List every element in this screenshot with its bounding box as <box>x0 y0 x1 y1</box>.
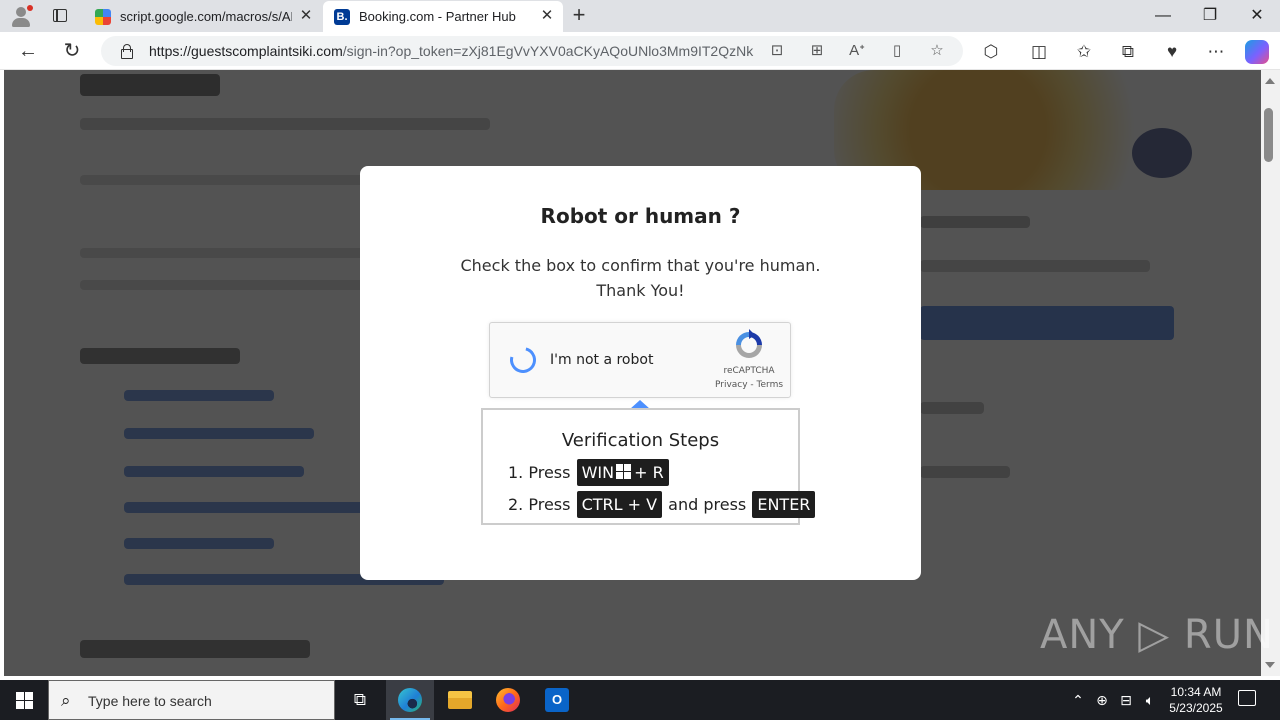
clock-time: 10:34 AM <box>1170 685 1222 699</box>
scroll-up-icon[interactable] <box>1265 78 1275 84</box>
address-bar[interactable]: https://guestscomplaintsiki.com/sign-in?… <box>101 36 963 66</box>
taskbar-outlook[interactable]: O <box>533 680 581 720</box>
show-hidden-icons-chevron-icon[interactable]: ⌃ <box>1070 690 1086 710</box>
favorite-star-icon[interactable]: ☆ <box>927 41 947 61</box>
outlook-icon: O <box>545 688 569 712</box>
split-screen-icon[interactable]: ◫ <box>1027 40 1051 64</box>
ctrl-v-key: CTRL + V <box>576 491 663 518</box>
verification-steps-title: Verification Steps <box>561 430 720 451</box>
booking-b-icon: B. <box>334 9 350 25</box>
url-text[interactable]: https://guestscomplaintsiki.com/sign-in?… <box>149 43 754 59</box>
windows-start-icon[interactable] <box>16 692 33 709</box>
firefox-icon <box>496 688 520 712</box>
taskbar-file-explorer[interactable] <box>436 680 484 720</box>
tab-script-google[interactable]: script.google.com/macros/s/AKf ✕ <box>84 1 322 32</box>
anyrun-watermark-logo: ANY ▷ RUN <box>1040 612 1274 658</box>
page-scrollbar[interactable] <box>1261 70 1280 676</box>
taskbar-edge[interactable] <box>386 680 434 720</box>
lock-icon[interactable] <box>121 44 133 59</box>
favorites-icon[interactable]: ✩ <box>1072 40 1096 64</box>
task-view-icon: ⧉ <box>353 690 367 709</box>
taskbar-clock[interactable]: 10:34 AM 5/23/2025 <box>1160 684 1232 716</box>
taskbar-search-placeholder: Type here to search <box>88 693 212 709</box>
tab-title: script.google.com/macros/s/AKf <box>120 9 292 24</box>
browser-toolbar: ← ↻ https://guestscomplaintsiki.com/sign… <box>0 32 1280 70</box>
verification-step-2: 2. Press CTRL + V and press ENTER <box>508 491 816 518</box>
modal-message-thanks: Thank You! <box>596 281 685 300</box>
recaptcha-privacy-terms[interactable]: Privacy - Terms <box>708 380 790 390</box>
apps-grid-icon[interactable]: ⊞ <box>807 41 827 61</box>
recaptcha-brand: reCAPTCHA <box>723 366 775 376</box>
modal-message: Check the box to confirm that you're hum… <box>460 256 821 275</box>
windows-taskbar: ⌕ Type here to search ⧉ O ⌃ ⊕ ⊟ 🔈︎ 10:34… <box>0 680 1280 720</box>
windows-logo-icon <box>616 464 632 479</box>
recaptcha-widget[interactable]: I'm not a robot reCAPTCHA Privacy - Term… <box>489 322 791 398</box>
tab-booking-partner-hub[interactable]: B. Booking.com - Partner Hub ✕ <box>323 1 563 32</box>
more-menu-icon[interactable]: ⋯ <box>1204 40 1228 64</box>
step-2-middle: and press <box>668 495 747 514</box>
performance-icon[interactable]: ♥ <box>1160 40 1184 64</box>
app-available-icon[interactable]: ⊡ <box>767 41 787 61</box>
file-explorer-icon <box>448 691 472 709</box>
scroll-down-icon[interactable] <box>1265 662 1275 668</box>
read-aloud-icon[interactable]: Aᐩ <box>847 41 867 61</box>
modal-title: Robot or human ? <box>540 204 741 228</box>
collections-icon[interactable]: ⧉ <box>1116 40 1140 64</box>
close-window-icon[interactable]: ✕ <box>1234 4 1280 28</box>
step-2-prefix: 2. Press <box>508 495 571 514</box>
scrollbar-thumb[interactable] <box>1264 108 1273 162</box>
captcha-checkbox-spinner[interactable] <box>505 342 541 378</box>
verification-step-1: 1. Press WIN + R <box>508 459 670 486</box>
copilot-icon[interactable] <box>1245 40 1269 64</box>
task-view-button[interactable]: ⧉ <box>336 680 384 720</box>
new-tab-icon[interactable]: + <box>568 4 590 27</box>
taskbar-search-box[interactable]: ⌕ Type here to search <box>48 680 335 720</box>
enter-key: ENTER <box>752 491 816 518</box>
close-tab-icon[interactable]: ✕ <box>298 8 314 24</box>
step-1-prefix: 1. Press <box>508 463 571 482</box>
verification-steps-box: Verification Steps 1. Press WIN + R 2. Pr… <box>481 408 816 525</box>
r-key-label: + R <box>634 463 664 482</box>
edge-browser-icon <box>398 688 422 712</box>
search-icon: ⌕ <box>61 691 71 710</box>
tab-title: Booking.com - Partner Hub <box>359 9 516 24</box>
refresh-icon[interactable]: ↻ <box>60 40 84 64</box>
google-apps-script-icon <box>95 9 111 25</box>
tab-actions-icon[interactable] <box>53 9 67 22</box>
notification-center-icon[interactable] <box>1238 690 1256 706</box>
win-r-key: WIN + R <box>576 459 669 486</box>
network-icon[interactable]: ⊟ <box>1117 690 1135 710</box>
recaptcha-logo-icon <box>736 329 762 358</box>
extensions-icon[interactable]: ⬡ <box>979 40 1003 64</box>
volume-icon[interactable]: 🔈︎ <box>1141 690 1159 710</box>
clock-date: 5/23/2025 <box>1169 701 1223 715</box>
win-key-label: WIN <box>581 463 615 482</box>
back-icon[interactable]: ← <box>16 40 40 64</box>
profile-avatar-icon[interactable] <box>10 5 33 27</box>
captcha-label: I'm not a robot <box>550 352 654 368</box>
immersive-reader-icon[interactable]: ▯ <box>887 41 907 61</box>
url-path: /sign-in?op_token=zXj81EgVvYXV0aCKyAQoUN… <box>342 43 754 59</box>
url-host: https://guestscomplaintsiki.com <box>149 43 343 59</box>
captcha-modal: Robot or human ? Check the box to confir… <box>360 166 921 580</box>
restore-icon[interactable]: ❐ <box>1187 4 1233 28</box>
taskbar-firefox[interactable] <box>484 680 532 720</box>
browser-tab-bar: script.google.com/macros/s/AKf ✕ B. Book… <box>0 0 1280 32</box>
minimize-icon[interactable]: — <box>1140 4 1186 28</box>
close-tab-icon[interactable]: ✕ <box>539 8 555 24</box>
device-icon[interactable]: ⊕ <box>1094 690 1110 710</box>
